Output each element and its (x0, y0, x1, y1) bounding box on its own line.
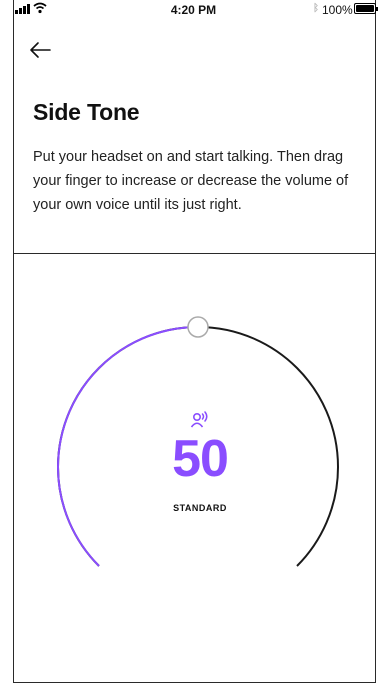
dial-handle[interactable] (187, 316, 209, 338)
side-tone-level-label: STANDARD (173, 503, 227, 513)
voice-icon (190, 411, 208, 428)
side-tone-dial[interactable] (0, 0, 387, 685)
side-tone-value: 50 (172, 430, 229, 488)
